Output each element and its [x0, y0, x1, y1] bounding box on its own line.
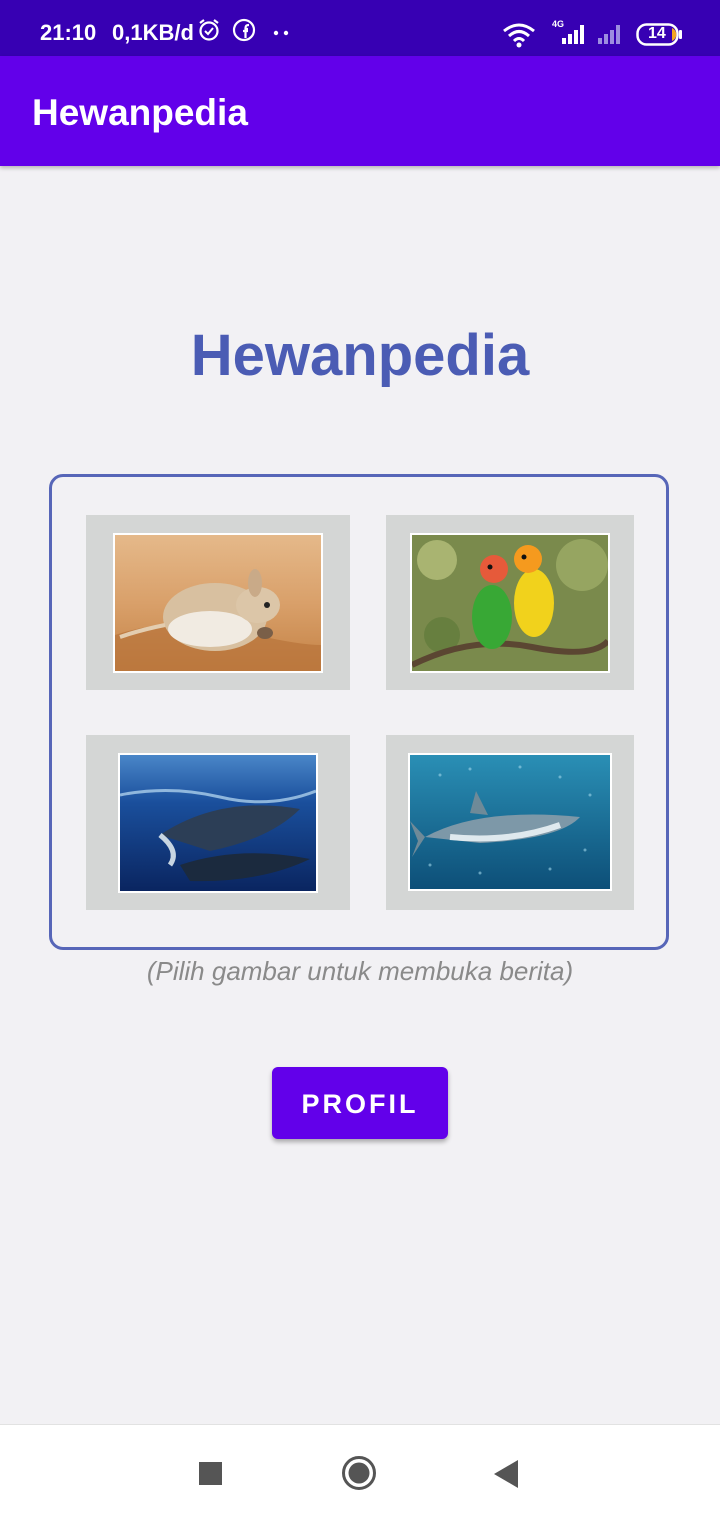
animal-card-whales[interactable] — [86, 735, 350, 910]
animal-card-lovebirds[interactable] — [386, 515, 634, 690]
signal-4g-icon: 4G — [550, 16, 590, 51]
status-time: 21:10 — [40, 20, 97, 45]
jerboa-photo[interactable] — [113, 533, 323, 673]
battery-level: 14 — [648, 25, 666, 42]
lovebirds-photo[interactable] — [410, 533, 610, 673]
app-bar: Hewanpedia — [0, 56, 720, 166]
alarm-icon — [197, 18, 221, 47]
back-triangle-icon[interactable] — [494, 1460, 518, 1493]
network-type-label: 4G — [552, 19, 564, 29]
shark-photo[interactable] — [408, 753, 612, 891]
wifi-icon — [502, 22, 536, 53]
app-title: Hewanpedia — [32, 92, 248, 133]
humpback-whales-photo[interactable] — [118, 753, 318, 893]
navigation-bar — [0, 1424, 720, 1521]
home-circle-icon[interactable] — [341, 1455, 377, 1496]
network-speed: 0,1KB/d — [112, 20, 194, 45]
page-heading: Hewanpedia — [190, 323, 530, 388]
recents-square-icon[interactable] — [199, 1462, 222, 1490]
animal-card-jerboa[interactable] — [86, 515, 350, 690]
facebook-icon — [232, 18, 256, 47]
hint-text: (Pilih gambar untuk membuka berita) — [146, 956, 574, 986]
animal-card-shark[interactable] — [386, 735, 634, 910]
signal-weak-icon — [596, 16, 628, 51]
more-dots-icon — [272, 24, 292, 42]
status-bar: 21:10 0,1KB/d 4G 14 — [0, 0, 720, 56]
profile-button[interactable]: PROFIL — [272, 1067, 448, 1139]
